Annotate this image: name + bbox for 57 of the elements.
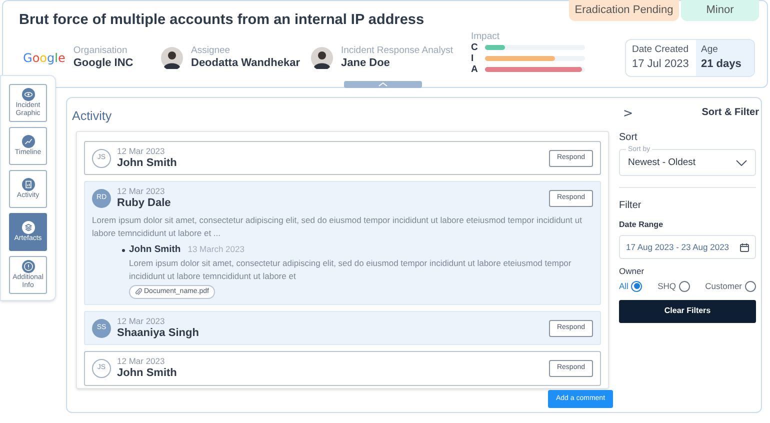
comment-date: 12 Mar 2023 — [117, 146, 166, 157]
impact-letter: A — [471, 62, 479, 77]
radio-button[interactable] — [745, 280, 756, 292]
nav-icon — [22, 221, 34, 234]
reply-date: 13 March 2023 — [188, 242, 244, 256]
reply-text: Lorem ipsum dolor sit amet, consectetur adipiscing elit, sed do eiusmod tempor incididunt ut labore eteiusmod tempor incididunt ut labore temncididunt ut labore et — [129, 257, 572, 283]
age-value: 21 days — [701, 58, 742, 72]
age-label: Age — [701, 44, 719, 56]
field-label: Incident Response Analyst — [341, 45, 453, 58]
organisation-logo: Google — [23, 50, 66, 66]
impact-label: Impact — [471, 30, 501, 42]
sidebar-title: Sort & Filter — [702, 106, 759, 120]
radio-label: SHQ — [658, 280, 676, 292]
radio-button[interactable] — [631, 280, 642, 292]
nav-icon — [22, 135, 34, 148]
paperclip-icon — [135, 288, 142, 296]
date-created-value: 17 Jul 2023 — [632, 58, 690, 72]
section-heading: Filter — [619, 199, 642, 213]
author-name: Shaaniya Singh — [117, 326, 199, 340]
status-badge: Minor — [681, 0, 759, 21]
collapse-handle-icon[interactable] — [344, 81, 422, 88]
author-name: John Smith — [117, 156, 177, 170]
bullet-icon — [122, 248, 125, 252]
impact-letter: C — [471, 41, 479, 54]
radio-label: Customer — [705, 280, 742, 292]
comment-text: Lorem ipsum dolor sit amet, consectetur adipiscing elit, sed do eiusmod tempor incididunt ut labore eteiusmod tempor incididunt ut labore temncididunt ut labore et ... — [92, 214, 583, 240]
field-label: Assignee — [191, 45, 232, 58]
date-range-field[interactable]: 17 Aug 2023 - 23 Aug 2023 — [619, 235, 756, 259]
reply-author: John Smith — [129, 242, 181, 257]
nav-icon — [22, 178, 34, 191]
field-value: Deodatta Wandhekar — [191, 57, 300, 71]
author-name: Ruby Dale — [117, 197, 171, 211]
field-value: Jane Doe — [341, 57, 391, 71]
avatar-icon — [161, 47, 183, 69]
field-value: Google INC — [73, 57, 134, 71]
comment-date: 12 Mar 2023 — [117, 356, 166, 367]
avatar-icon — [311, 47, 333, 69]
radio-button[interactable] — [679, 280, 690, 292]
comment-date: 12 Mar 2023 — [117, 186, 166, 197]
field-label: Organisation — [73, 45, 128, 58]
comment-date: 12 Mar 2023 — [117, 316, 166, 327]
field-label: Owner — [619, 265, 646, 278]
field-label: Date Range — [619, 219, 664, 231]
clear-filters-button[interactable]: Clear Filters — [619, 300, 756, 322]
nav-icon — [22, 88, 34, 101]
section-heading: Sort — [619, 131, 638, 145]
chevron-down-icon — [736, 160, 747, 166]
status-badge: Eradication Pending — [569, 0, 679, 21]
radio-label: All — [619, 280, 628, 292]
panel-title: Activity — [71, 108, 113, 125]
calendar-icon — [740, 242, 749, 252]
nav-icon — [22, 260, 34, 273]
collapse-chevron[interactable]: > — [623, 104, 634, 122]
incident-title: Brut force of multiple accounts from an internal IP address — [18, 11, 426, 30]
date-created-label: Date Created — [632, 44, 690, 56]
author-name: John Smith — [117, 367, 177, 381]
impact-letter: I — [471, 52, 475, 66]
